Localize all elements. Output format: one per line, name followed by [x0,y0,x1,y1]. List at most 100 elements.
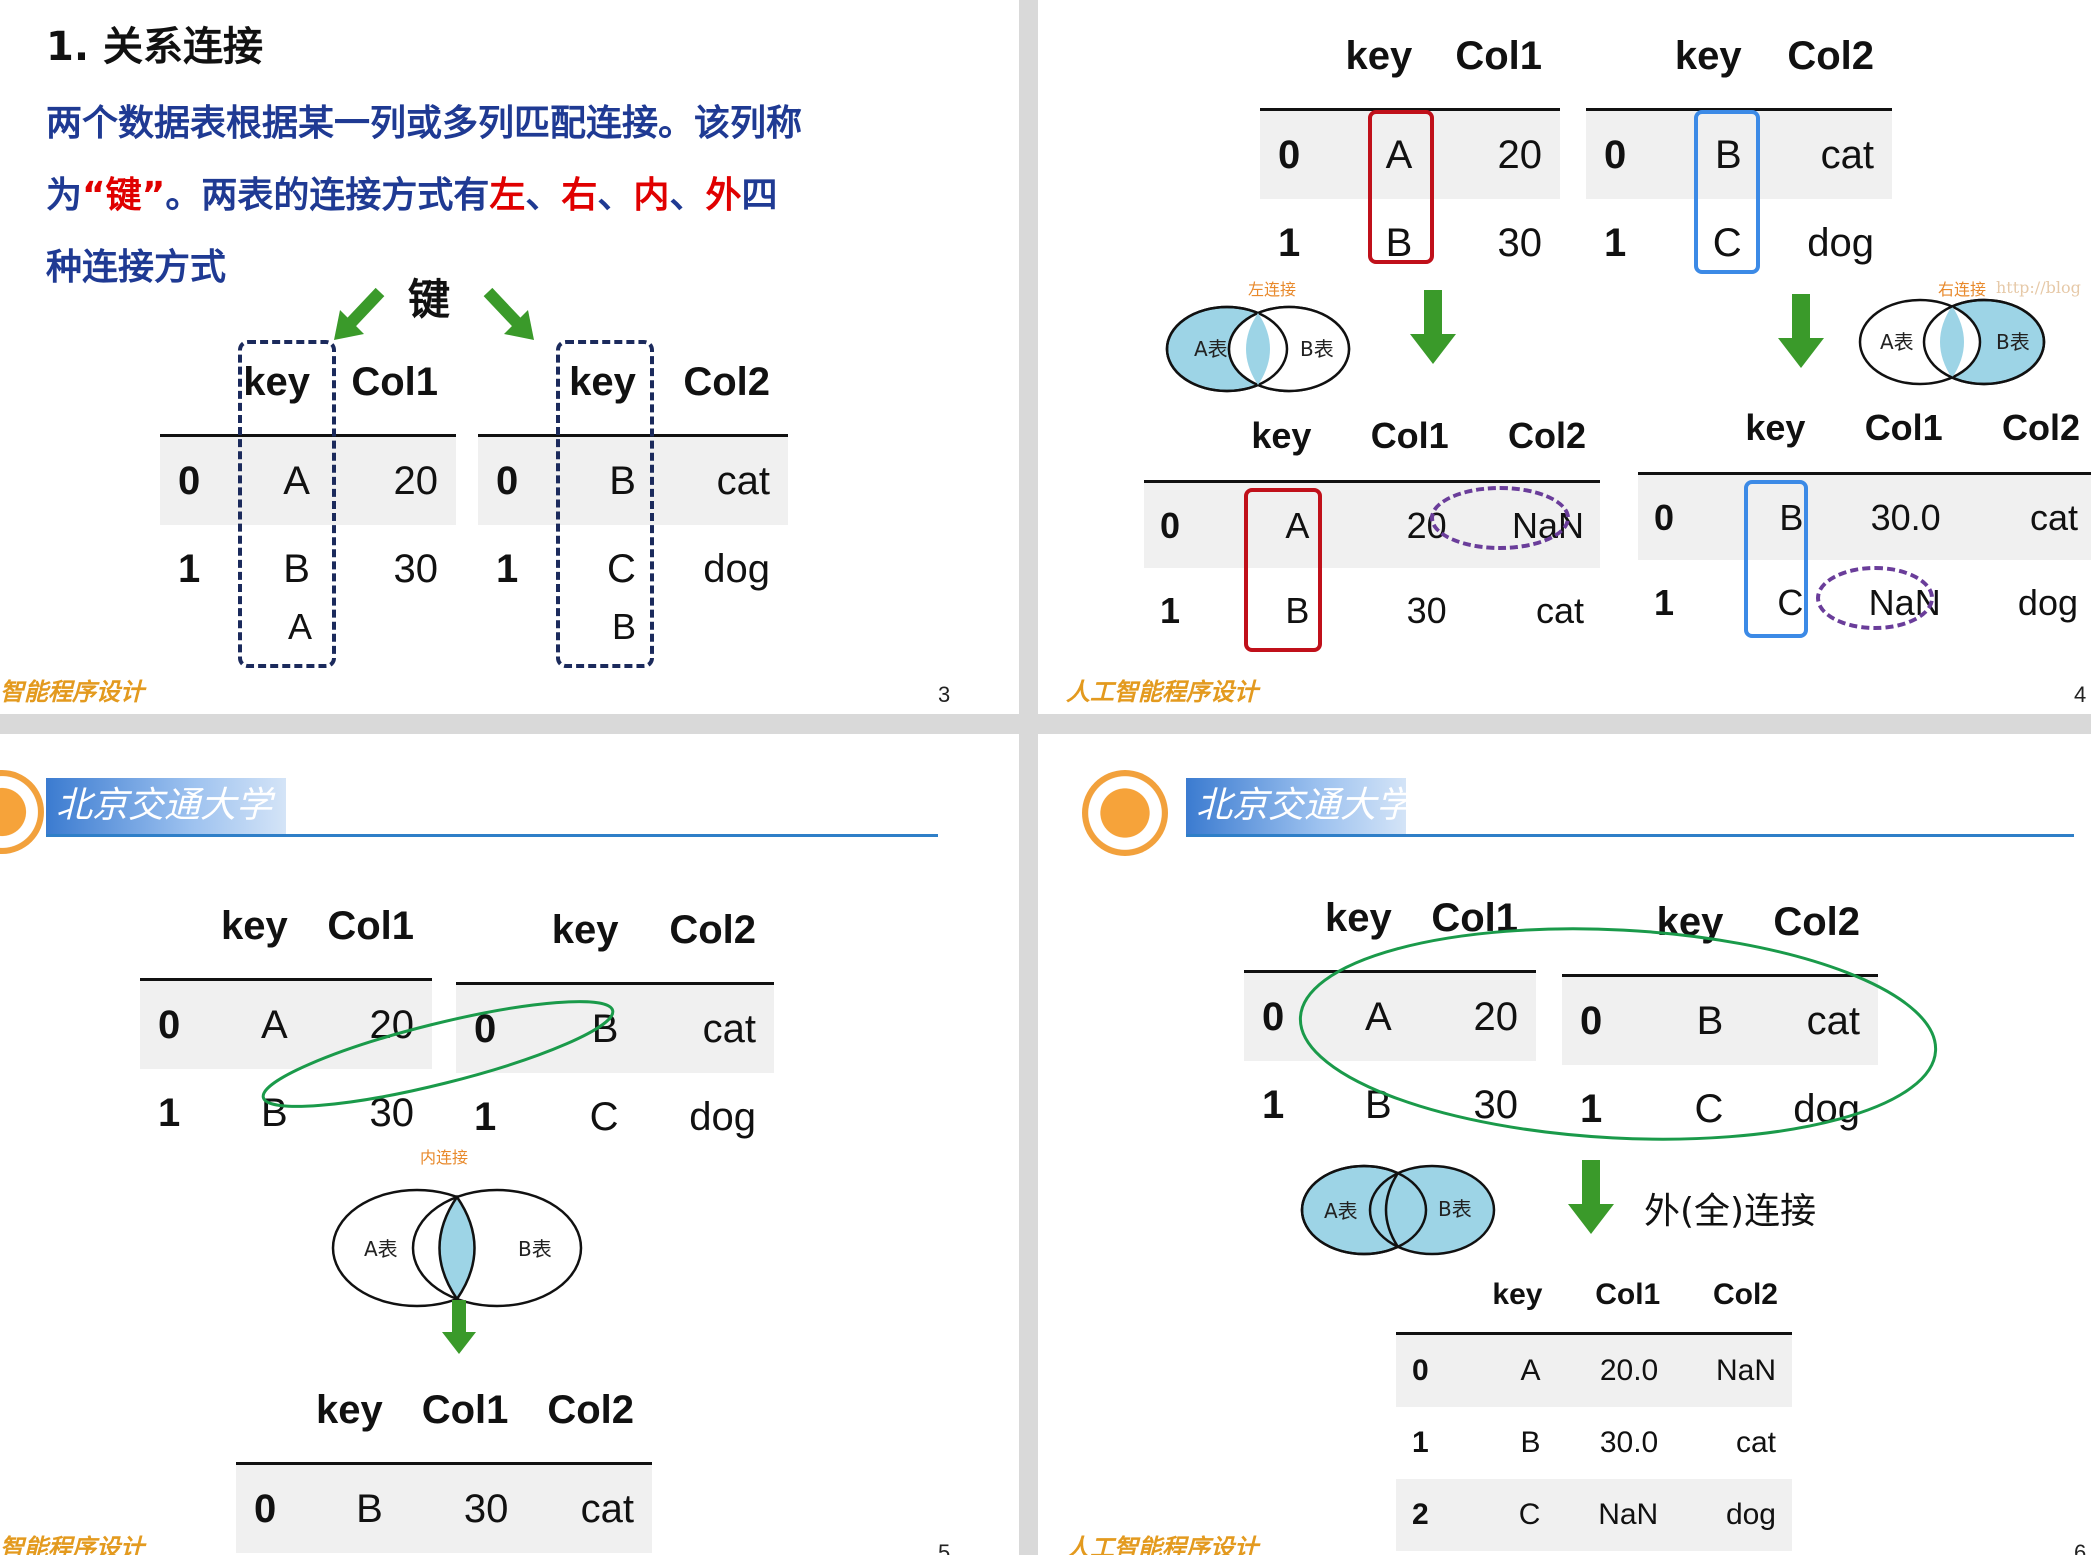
table-header-cell: key [1457,1264,1557,1335]
table-cell: 1 [158,1090,181,1135]
arrow-down-icon [1568,1160,1614,1234]
outer-join-label: 外(全)连接 [1644,1191,1817,1232]
table-header-cell: Col1 [1430,14,1560,111]
table-cell: 30.0 [1599,1426,1659,1459]
table-header-cell: Col1 [1819,392,1957,475]
page-number: 5 [938,1540,951,1555]
table-header-cell: Col1 [305,884,432,981]
table-cell: dog [1674,1479,1792,1551]
table-cell: 20 [1430,109,1560,199]
university-banner: 北京交通大学 [46,778,286,834]
nan-highlight [1430,486,1570,550]
table-cell: dog [689,1094,756,1139]
key-term: “键” [82,175,166,216]
table-header-cell: Col1 [1556,1264,1675,1335]
table-row: key Col1 [140,884,432,981]
table-header-cell: key [199,884,306,981]
table-cell: 1 [1160,589,1181,631]
table-cell: 2 [1396,1479,1458,1551]
venn-right-join: A表 B表 [1858,298,2046,386]
university-banner: 北京交通大学 [1186,778,1412,834]
table-row: 0 B 30.0 cat [1638,473,2091,560]
table-cell: 0 [160,435,221,525]
description-line-2: 为“键”。两表的连接方式有左、右、内、外四 [46,175,778,216]
key-column-highlight-b [556,340,654,668]
venn-b-label: B表 [1300,337,1334,361]
slide-3: 1. 关系连接 两个数据表根据某一列或多列匹配连接。该列称 为“键”。两表的连接… [0,0,1019,714]
key-highlight-red [1244,488,1322,652]
table-cell: 0 [1586,109,1649,199]
table-row: 0 B 30 cat [236,1463,652,1553]
table-cell: dog [2017,581,2078,623]
key-highlight-blue [1744,480,1808,638]
arrow-down-icon [1410,290,1456,364]
table-cell: cat [636,983,774,1073]
table-header-cell [1144,400,1212,483]
slide-footer: 智能程序设计 [0,677,144,706]
slide-6: 北京交通大学 key Col1 0 A 20 1 B 30 key Col2 0 Bcat 1… [1038,734,2091,1555]
table-cell: C [1457,1479,1557,1551]
table-cell: NaN [1556,1479,1675,1551]
table-cell: B [295,1463,401,1553]
table-row: key Col2 [456,888,774,985]
table-cell: 0 [1638,473,1706,560]
venn-a-label: A表 [364,1237,398,1261]
venn-outer-join: A表 B表 [1300,1164,1496,1256]
venn-b-label: B表 [518,1237,552,1261]
table-cell: 1 [1412,1426,1429,1459]
page-number: 6 [2074,1540,2087,1555]
table-header-cell: Col1 [1325,400,1463,483]
table-cell: cat [653,435,788,525]
key-highlight-red [1368,110,1434,264]
table-cell: 30 [393,546,439,591]
table-header-cell: key [1648,14,1760,111]
table-header-cell: Col2 [1462,400,1600,483]
page-number: 3 [938,682,951,707]
table-cell: 20 [327,435,456,525]
table-cell: 30.0 [1819,473,1957,560]
inner-join-result: key Col1 Col2 0 B 30 cat [236,1368,652,1553]
university-logo [0,770,44,854]
venn-a-label: A表 [1324,1199,1358,1223]
page-number: 4 [2074,682,2087,707]
description-line-1: 两个数据表根据某一列或多列匹配连接。该列称 [46,103,803,144]
table-header-cell [1638,392,1706,475]
table-row: key Col1 Col2 [1144,400,1600,483]
inner-join-label: 内连接 [420,1148,469,1167]
table-cell: 20.0 [1556,1333,1675,1407]
table-cell: cat [1759,109,1892,199]
table-header-cell [478,340,542,437]
table-cell: cat [526,1463,652,1553]
slide-heading: 1. 关系连接 [46,24,263,70]
table-row: 1 B 30.0 cat [1396,1407,1792,1479]
venn-inner-join: A表 B表 [331,1188,583,1308]
table-cell: 0 [1144,481,1212,568]
arrow-down-icon [442,1300,476,1354]
match-highlight [261,1000,615,1108]
table-row: key Col1 Col2 [1638,392,2091,475]
table-cell: 30 [1406,589,1447,631]
table-header-cell [236,1368,296,1465]
table-header-cell: Col2 [1759,14,1892,111]
table-cell: 1 [1654,581,1675,623]
table-cell: NaN [1674,1333,1792,1407]
table-cell: 1 [1604,220,1627,265]
table-cell: 1 [496,546,519,591]
slide-footer: 人工智能程序设计 [1066,677,1258,706]
slide-footer: 人工智能程序设计 [1066,1533,1258,1555]
table-cell: cat [1735,1426,1776,1459]
term-outer: 外 [705,175,742,216]
venn-b-label: B表 [1438,1197,1472,1221]
header-divider [1186,834,2074,837]
table-header-cell [1586,14,1649,111]
table-cell: 0 [1396,1333,1458,1407]
table-row: key Col2 [1586,14,1892,111]
table-cell: dog [1807,220,1874,265]
slide-footer: 智能程序设计 [0,1533,144,1555]
table-header-cell [456,888,522,985]
table-cell: 30 [1497,220,1543,265]
term-right: 右 [561,175,598,216]
venn-left-join: A表 B表 [1165,305,1351,393]
match-highlight [1298,927,1938,1141]
table-header-cell: Col1 [327,340,456,437]
